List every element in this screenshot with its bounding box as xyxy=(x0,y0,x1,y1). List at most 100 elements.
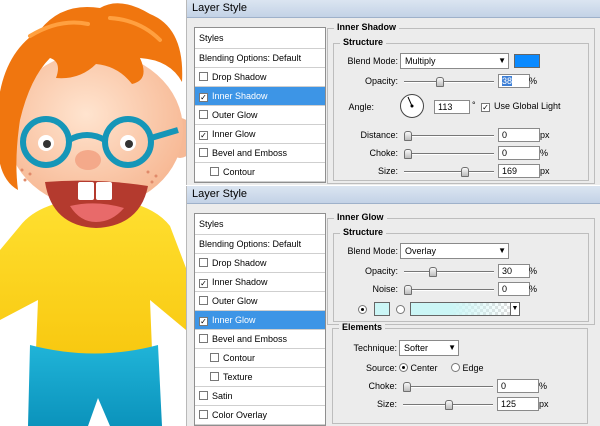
angle-dial[interactable] xyxy=(400,94,424,118)
style-item-label: Contour xyxy=(223,167,256,177)
style-item-texture[interactable]: Texture xyxy=(195,368,325,387)
size-slider[interactable] xyxy=(404,167,494,177)
angle-field[interactable]: 113 xyxy=(434,100,470,114)
noise-slider[interactable] xyxy=(404,285,494,295)
size-slider-thumb[interactable] xyxy=(461,167,470,177)
choke-slider[interactable] xyxy=(404,149,494,159)
elements-group: Elements Technique: Softer ▼ Source: Cent… xyxy=(332,322,588,424)
shadow-color-swatch[interactable] xyxy=(514,54,540,68)
use-global-light-label: Use Global Light xyxy=(494,101,561,111)
checkbox-icon[interactable] xyxy=(199,296,208,305)
checkbox-icon[interactable] xyxy=(210,167,219,176)
style-item-contour[interactable]: Contour xyxy=(195,349,325,368)
style-item-label: Bevel and Emboss xyxy=(212,334,288,344)
choke-field[interactable]: 0 xyxy=(498,146,540,160)
dialog-title: Layer Style xyxy=(187,0,600,18)
source-edge-radio[interactable]: Edge xyxy=(451,363,484,373)
checkbox-icon[interactable] xyxy=(199,72,208,81)
checkbox-checked-icon[interactable]: ✓ xyxy=(199,93,208,102)
checkbox-icon[interactable] xyxy=(199,334,208,343)
checkbox-icon[interactable] xyxy=(210,372,219,381)
size-slider[interactable] xyxy=(403,400,493,410)
opacity-slider-thumb[interactable] xyxy=(435,77,444,87)
choke-slider-thumb[interactable] xyxy=(404,149,412,159)
style-item-color-overlay[interactable]: Color Overlay xyxy=(195,406,325,425)
section-title: Inner Glow xyxy=(334,212,387,222)
checkbox-icon[interactable] xyxy=(199,110,208,119)
style-item-outer-glow[interactable]: Outer Glow xyxy=(195,106,325,125)
checkbox-icon[interactable] xyxy=(199,391,208,400)
source-center-radio[interactable]: Center xyxy=(399,363,438,373)
checkbox-checked-icon[interactable]: ✓ xyxy=(199,279,208,288)
percent-unit: % xyxy=(539,381,548,391)
use-global-light-checkbox[interactable]: ✓ Use Global Light xyxy=(481,101,561,112)
chevron-down-icon: ▼ xyxy=(498,246,506,255)
percent-unit: % xyxy=(540,148,549,158)
style-item-label: Blending Options: Default xyxy=(199,239,302,249)
choke-slider[interactable] xyxy=(403,382,493,392)
styles-list: Styles Blending Options: Default Drop Sha… xyxy=(194,27,326,183)
checkbox-icon[interactable] xyxy=(210,353,219,362)
opacity-slider[interactable] xyxy=(404,77,494,87)
style-item-drop-shadow[interactable]: Drop Shadow xyxy=(195,68,325,87)
style-item-label: Blending Options: Default xyxy=(199,53,302,63)
distance-slider[interactable] xyxy=(404,131,494,141)
noise-field[interactable]: 0 xyxy=(498,282,530,296)
style-item-label: Drop Shadow xyxy=(212,258,267,268)
section-title: Inner Shadow xyxy=(334,22,400,32)
structure-title: Structure xyxy=(340,227,387,237)
style-item-inner-shadow[interactable]: ✓ Inner Shadow xyxy=(195,273,325,292)
style-item-inner-glow[interactable]: ✓ Inner Glow xyxy=(195,311,325,330)
gradient-preview[interactable] xyxy=(410,302,512,316)
style-item-satin[interactable]: Satin xyxy=(195,387,325,406)
size-slider-thumb[interactable] xyxy=(445,400,453,410)
checkbox-checked-icon[interactable]: ✓ xyxy=(199,131,208,140)
distance-slider-thumb[interactable] xyxy=(404,131,412,141)
structure-group: Structure Blend Mode: Multiply ▼ Opacity:… xyxy=(333,37,589,181)
checkbox-icon[interactable] xyxy=(199,410,208,419)
style-item-blending-options-default[interactable]: Blending Options: Default xyxy=(195,49,325,68)
checkbox-icon[interactable] xyxy=(199,258,208,267)
style-item-outer-glow[interactable]: Outer Glow xyxy=(195,292,325,311)
style-item-blending-options-default[interactable]: Blending Options: Default xyxy=(195,235,325,254)
opacity-slider[interactable] xyxy=(404,267,494,277)
technique-label: Technique: xyxy=(353,343,397,353)
style-item-inner-glow[interactable]: ✓ Inner Glow xyxy=(195,125,325,144)
chevron-down-icon: ▼ xyxy=(448,343,456,352)
checkbox-checked-icon[interactable]: ✓ xyxy=(199,317,208,326)
size-field[interactable]: 169 xyxy=(498,164,540,178)
choke-slider-thumb[interactable] xyxy=(403,382,411,392)
styles-header[interactable]: Styles xyxy=(195,214,325,235)
gradient-dropdown[interactable]: ▼ xyxy=(510,302,520,316)
style-item-bevel-and-emboss[interactable]: Bevel and Emboss xyxy=(195,330,325,349)
technique-select[interactable]: Softer ▼ xyxy=(399,340,459,356)
opacity-field[interactable]: 30 xyxy=(498,264,530,278)
style-item-label: Drop Shadow xyxy=(212,72,267,82)
percent-unit: % xyxy=(529,284,538,294)
style-item-contour[interactable]: Contour xyxy=(195,163,325,182)
choke-field[interactable]: 0 xyxy=(497,379,539,393)
style-item-bevel-and-emboss[interactable]: Bevel and Emboss xyxy=(195,144,325,163)
size-field[interactable]: 125 xyxy=(497,397,539,411)
styles-header[interactable]: Styles xyxy=(195,28,325,49)
opacity-slider-thumb[interactable] xyxy=(429,267,438,277)
center-label: Center xyxy=(410,363,438,373)
checkbox-icon[interactable] xyxy=(199,148,208,157)
opacity-field[interactable]: 38 xyxy=(498,74,530,88)
style-item-inner-shadow[interactable]: ✓ Inner Shadow xyxy=(195,87,325,106)
gradient-radio[interactable] xyxy=(396,305,405,315)
style-item-drop-shadow[interactable]: Drop Shadow xyxy=(195,254,325,273)
cartoon-kid-illustration xyxy=(0,3,186,426)
blend-mode-select[interactable]: Overlay ▼ xyxy=(400,243,509,259)
style-item-label: Inner Shadow xyxy=(212,91,268,101)
layer-style-dialog-inner-shadow: Layer Style Styles Blending Options: Def… xyxy=(186,0,600,185)
styles-list: Styles Blending Options: Default Drop Sha… xyxy=(194,213,326,426)
noise-slider-thumb[interactable] xyxy=(404,285,412,295)
choke-label: Choke: xyxy=(369,148,398,158)
distance-field[interactable]: 0 xyxy=(498,128,540,142)
elements-title: Elements xyxy=(339,322,386,332)
blend-mode-label: Blend Mode: xyxy=(347,56,398,66)
blend-mode-select[interactable]: Multiply ▼ xyxy=(400,53,509,69)
glow-color-swatch[interactable] xyxy=(374,302,390,316)
solid-color-radio[interactable] xyxy=(358,305,367,315)
